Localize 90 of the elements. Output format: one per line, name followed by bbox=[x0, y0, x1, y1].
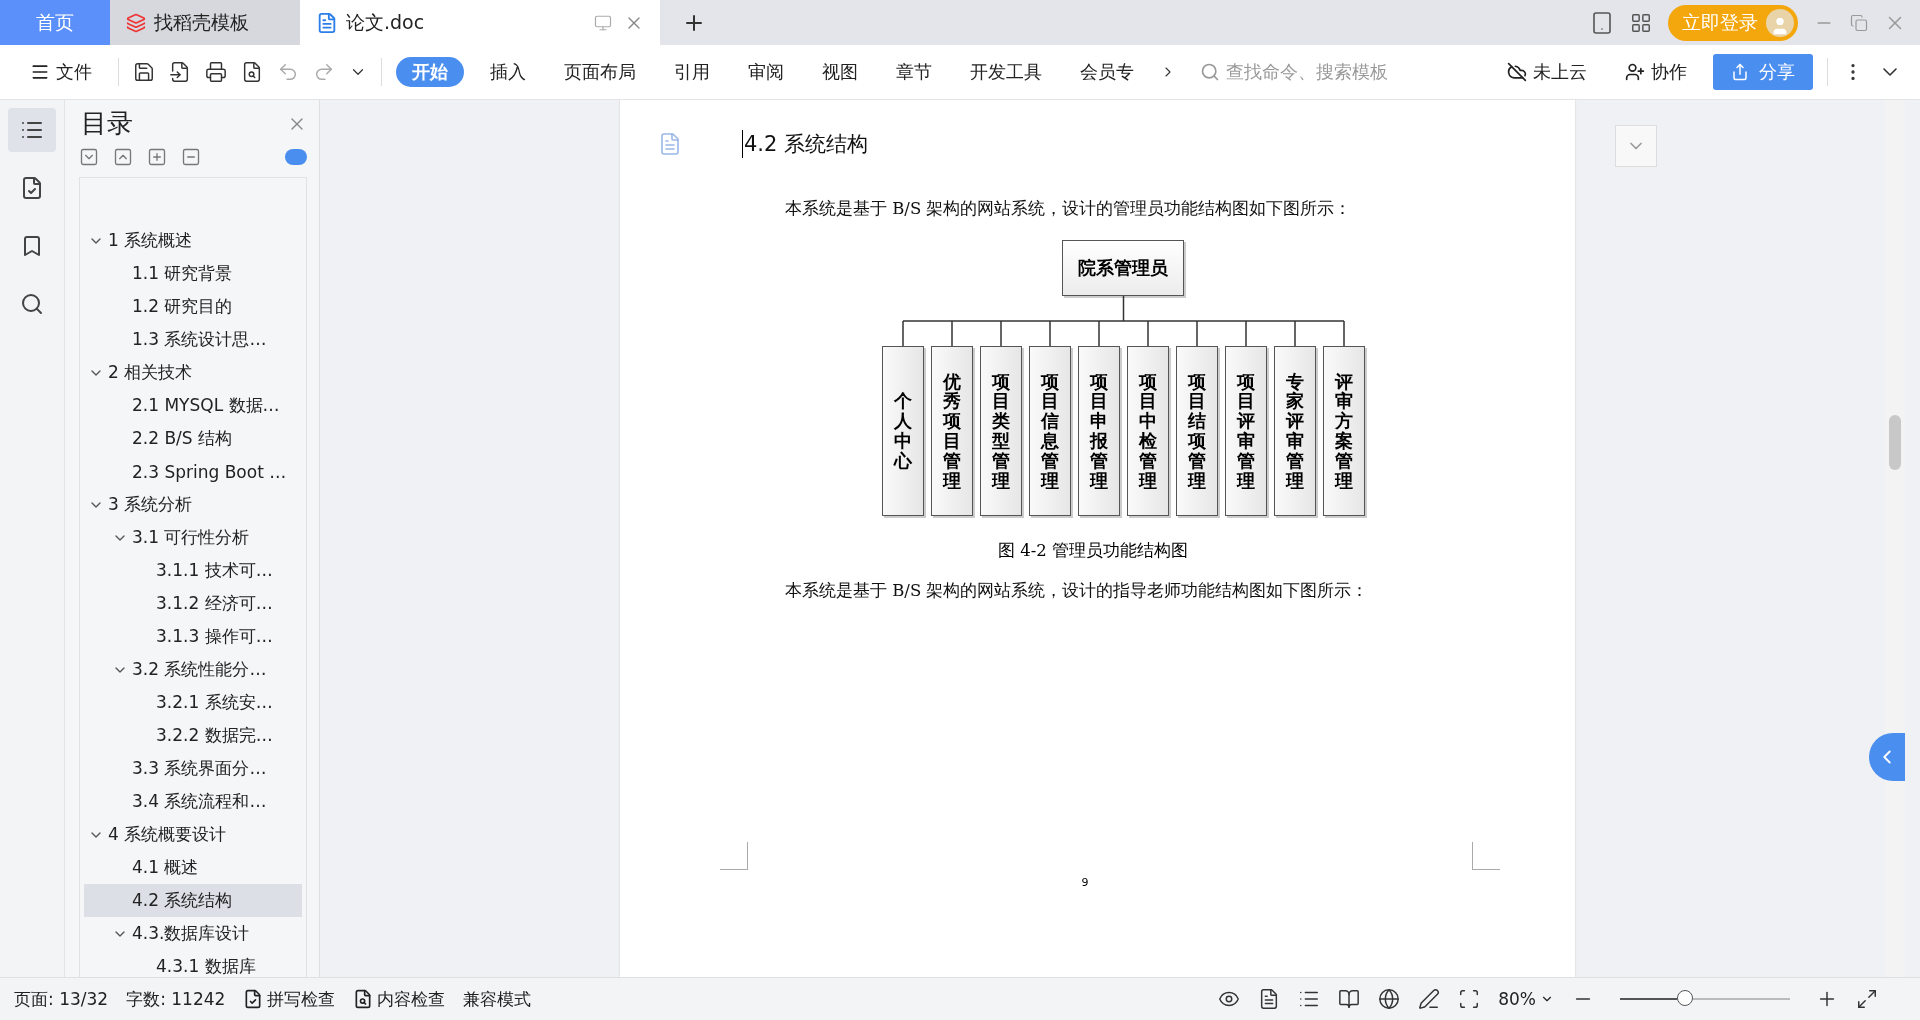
ribbon-tab[interactable]: 插入 bbox=[478, 57, 538, 87]
diagram-node: 专家评审管理 bbox=[1273, 346, 1316, 516]
toc-item[interactable]: 2.2 B/S 结构 bbox=[84, 422, 302, 455]
diagram-node: 项目结项管理 bbox=[1175, 346, 1218, 516]
expand-all-icon[interactable] bbox=[79, 147, 99, 167]
diagram-node: 项目申报管理 bbox=[1077, 346, 1120, 516]
toc-item[interactable]: 4.2 系统结构 bbox=[84, 884, 302, 917]
tab-label: 论文.doc bbox=[346, 9, 425, 35]
toc-item[interactable]: 3.4 系统流程和… bbox=[84, 785, 302, 818]
toc-item[interactable]: 3.1 可行性分析 bbox=[84, 521, 302, 554]
toc-item[interactable]: 4.3.1 数据库 bbox=[84, 950, 302, 977]
toc-item[interactable]: 3.2.1 系统安… bbox=[84, 686, 302, 719]
print-preview-icon[interactable] bbox=[241, 61, 263, 83]
toc-item[interactable]: 1 系统概述 bbox=[84, 224, 302, 257]
share-icon bbox=[1731, 63, 1749, 81]
toc-item[interactable]: 3.2 系统性能分… bbox=[84, 653, 302, 686]
cloud-off-icon bbox=[1507, 62, 1527, 82]
collapse-all-icon[interactable] bbox=[113, 147, 133, 167]
pen-icon[interactable] bbox=[1418, 988, 1441, 1010]
word-count: 字数: 11242 bbox=[126, 987, 226, 1011]
grid-icon[interactable] bbox=[1630, 11, 1652, 34]
toc-item[interactable]: 1.3 系统设计思… bbox=[84, 323, 302, 356]
save-icon[interactable] bbox=[133, 61, 155, 83]
add-level-icon[interactable] bbox=[147, 147, 167, 167]
ribbon-tab[interactable]: 开发工具 bbox=[958, 57, 1054, 87]
toc-item[interactable]: 3 系统分析 bbox=[84, 488, 302, 521]
fit-page-icon[interactable] bbox=[1458, 988, 1481, 1010]
ribbon-tab[interactable]: 视图 bbox=[810, 57, 870, 87]
tablet-icon[interactable] bbox=[1590, 10, 1614, 35]
cloud-button[interactable]: 未上云 bbox=[1495, 57, 1599, 87]
content-check-button[interactable]: 内容检查 bbox=[353, 987, 446, 1011]
avatar-icon bbox=[1766, 8, 1794, 37]
diagram-node: 个人中心 bbox=[881, 346, 924, 516]
web-view-icon[interactable] bbox=[1378, 988, 1401, 1010]
toc-item[interactable]: 3.1.1 技术可… bbox=[84, 554, 302, 587]
document-tab[interactable]: 论文.doc bbox=[300, 0, 660, 45]
document-logo-icon bbox=[316, 11, 338, 34]
remove-level-icon[interactable] bbox=[181, 147, 201, 167]
toc-item[interactable]: 4.1 概述 bbox=[84, 851, 302, 884]
outline-icon[interactable] bbox=[8, 108, 56, 152]
search-icon bbox=[1200, 62, 1220, 82]
fullscreen-icon[interactable] bbox=[1856, 988, 1878, 1010]
paragraph: 本系统是基于 B/S 架构的网站系统，设计的指导老师功能结构图如下图所示： bbox=[784, 580, 1370, 602]
diagram-node: 评审方案管理 bbox=[1322, 346, 1365, 516]
toc-item[interactable]: 3.1.3 操作可… bbox=[84, 620, 302, 653]
diagram-node: 项目评审管理 bbox=[1224, 346, 1267, 516]
toc-item[interactable]: 4 系统概要设计 bbox=[84, 818, 302, 851]
toc-item[interactable]: 3.1.2 经济可… bbox=[84, 587, 302, 620]
side-panel-toggle[interactable] bbox=[1869, 733, 1905, 781]
page-count: 页面: 13/32 bbox=[14, 987, 109, 1011]
print-icon[interactable] bbox=[205, 61, 227, 83]
file-menu[interactable]: 文件 bbox=[18, 57, 104, 87]
page-corner-mark bbox=[1472, 842, 1500, 870]
spell-check-button[interactable]: 拼写检查 bbox=[243, 987, 336, 1011]
diagram-node: 项目中检管理 bbox=[1126, 346, 1169, 516]
toc-item[interactable]: 3.2.2 数据完… bbox=[84, 719, 302, 752]
slider-thumb[interactable] bbox=[1676, 990, 1693, 1006]
toc-item[interactable]: 4.3.数据库设计 bbox=[84, 917, 302, 950]
tab-label: 找稻壳模板 bbox=[154, 9, 249, 35]
diagram-node: 院系管理员 bbox=[1062, 240, 1184, 296]
diagram-node: 项目信息管理 bbox=[1028, 346, 1071, 516]
section-heading: 4.2 系统结构 bbox=[742, 130, 869, 158]
diagram-node: 项目类型管理 bbox=[979, 346, 1022, 516]
toc-item[interactable]: 1.1 研究背景 bbox=[84, 257, 302, 290]
ribbon-tab[interactable]: 会员专 bbox=[1068, 57, 1146, 87]
compat-mode: 兼容模式 bbox=[463, 987, 532, 1011]
ribbon-tab[interactable]: 页面布局 bbox=[552, 57, 648, 87]
export-icon[interactable] bbox=[169, 61, 191, 83]
toc-item[interactable]: 2 相关技术 bbox=[84, 356, 302, 389]
tab-label: 首页 bbox=[36, 9, 74, 35]
page-number: 9 bbox=[1080, 876, 1090, 889]
ribbon-tab[interactable]: 审阅 bbox=[736, 57, 796, 87]
document-search-icon bbox=[353, 989, 374, 1009]
ribbon-tab[interactable]: 引用 bbox=[662, 57, 722, 87]
add-user-icon bbox=[1625, 62, 1645, 82]
menu-icon bbox=[30, 62, 50, 82]
zoom-dropdown[interactable]: 80% bbox=[1498, 989, 1554, 1009]
ribbon-tab[interactable]: 章节 bbox=[884, 57, 944, 87]
figure-caption: 图 4-2 管理员功能结构图 bbox=[998, 540, 1190, 562]
diagram-node: 优秀项目管理 bbox=[930, 346, 973, 516]
toc-item[interactable]: 3.3 系统界面分… bbox=[84, 752, 302, 785]
collaborate-button[interactable]: 协作 bbox=[1613, 57, 1699, 87]
reading-view-icon[interactable] bbox=[1338, 988, 1361, 1010]
toc-item[interactable]: 1.2 研究目的 bbox=[84, 290, 302, 323]
page-corner-mark bbox=[720, 842, 748, 870]
panel-title: 目录 bbox=[81, 107, 133, 140]
toc-item[interactable]: 2.1 MYSQL 数据… bbox=[84, 389, 302, 422]
document-tab[interactable]: 找稻壳模板 bbox=[110, 0, 300, 45]
toc-item[interactable]: 2.3 Spring Boot … bbox=[84, 455, 302, 488]
paragraph: 本系统是基于 B/S 架构的网站系统，设计的管理员功能结构图如下图所示： bbox=[784, 198, 1353, 220]
